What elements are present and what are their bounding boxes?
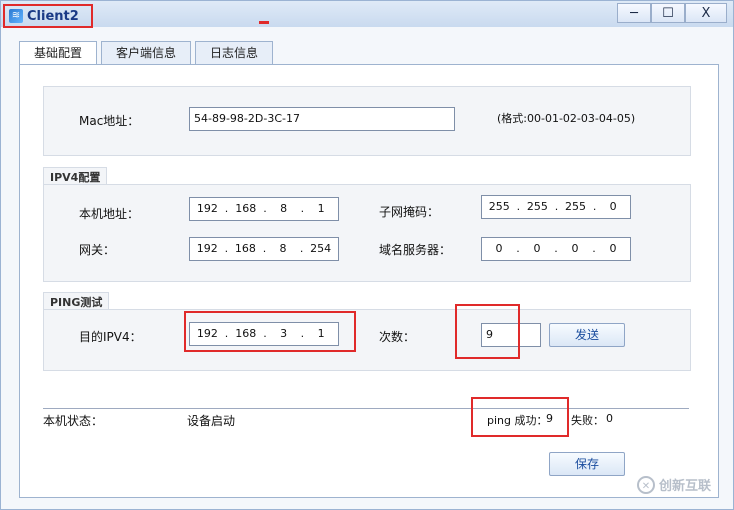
client-window: ≋ Client2 ─ ☐ X 基础配置 客户端信息 日志信息 Mac地址： 5… — [0, 0, 734, 510]
ip-octet: 0 — [609, 242, 617, 255]
tab-basic-config[interactable]: 基础配置 — [19, 41, 98, 65]
ip-octet: 0 — [609, 200, 617, 213]
send-button[interactable]: 发送 — [549, 323, 625, 347]
ip-octet: 168 — [235, 202, 257, 215]
host-address-input[interactable]: 192. 168. 8. 1 — [189, 197, 339, 221]
count-highlight — [455, 304, 520, 359]
ping-fail-label: 失败： — [571, 414, 604, 427]
subnet-mask-label: 子网掩码： — [379, 205, 440, 219]
ip-octet: 0 — [533, 242, 541, 255]
dns-input[interactable]: 0. 0. 0. 0 — [481, 237, 631, 261]
tab-client-info[interactable]: 客户端信息 — [101, 41, 192, 64]
ping-success-highlight — [471, 397, 569, 437]
ip-octet: 168 — [234, 242, 256, 255]
title-bar[interactable]: ≋ Client2 ─ ☐ X — [1, 1, 733, 28]
minimize-button[interactable]: ─ — [617, 3, 651, 23]
ip-octet: 0 — [495, 242, 503, 255]
count-label: 次数： — [379, 330, 416, 344]
gateway-input[interactable]: 192. 168. 8. 254 — [189, 237, 339, 261]
mac-label: Mac地址： — [79, 114, 140, 128]
ip-octet: 255 — [488, 200, 510, 213]
dest-ip-highlight — [184, 311, 356, 352]
tab-log-info[interactable]: 日志信息 — [195, 41, 274, 64]
ip-octet: 1 — [317, 202, 325, 215]
ip-octet: 8 — [280, 202, 288, 215]
watermark-logo-icon: ✕ — [637, 475, 655, 494]
mac-format-hint: (格式:00-01-02-03-04-05) — [497, 112, 636, 125]
watermark-text: 创新互联 — [659, 479, 712, 494]
ip-octet: 255 — [565, 200, 587, 213]
ip-octet: 0 — [571, 242, 579, 255]
ip-octet: 192 — [196, 202, 218, 215]
ip-octet: 254 — [310, 242, 332, 255]
ping-fail-value: 0 — [606, 412, 613, 425]
status-separator — [43, 408, 689, 409]
save-button[interactable]: 保存 — [549, 452, 625, 476]
close-button[interactable]: X — [685, 3, 727, 23]
watermark: ✕ 创新互联 — [637, 475, 711, 494]
ip-octet: 192 — [196, 242, 218, 255]
host-address-label: 本机地址： — [79, 207, 140, 221]
window-title: Client2 — [27, 8, 79, 24]
window-controls: ─ ☐ X — [617, 3, 727, 23]
status-label: 本机状态： — [43, 414, 104, 428]
maximize-button[interactable]: ☐ — [651, 3, 685, 23]
red-mark — [259, 21, 269, 24]
dns-label: 域名服务器： — [379, 243, 452, 257]
title-highlight: ≋ Client2 — [3, 4, 93, 28]
mac-input[interactable]: 54-89-98-2D-3C-17 — [189, 107, 455, 131]
subnet-mask-input[interactable]: 255. 255. 255. 0 — [481, 195, 631, 219]
status-value: 设备启动 — [187, 414, 236, 428]
tab-bar: 基础配置 客户端信息 日志信息 — [19, 41, 274, 65]
app-icon: ≋ — [9, 9, 23, 23]
dest-ipv4-label: 目的IPV4： — [79, 330, 142, 344]
gateway-label: 网关： — [79, 243, 116, 257]
ip-octet: 8 — [279, 242, 287, 255]
ip-octet: 255 — [526, 200, 548, 213]
